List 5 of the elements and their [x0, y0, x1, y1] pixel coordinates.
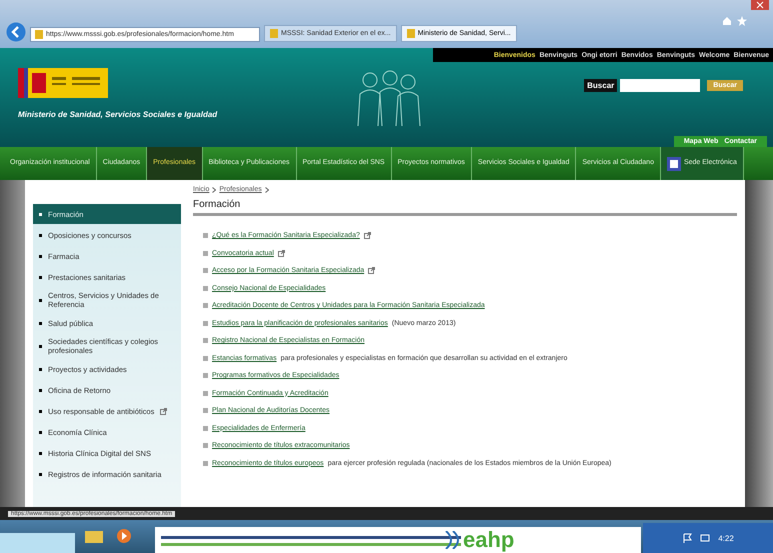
logo-text: eahp — [463, 529, 514, 551]
clock: 4:22 — [718, 534, 734, 542]
search-label: Buscar — [584, 79, 618, 92]
ministry-name: Ministerio de Sanidad, Servicios Sociales e Igualdad — [18, 110, 218, 119]
page-title: Formación — [193, 195, 737, 216]
